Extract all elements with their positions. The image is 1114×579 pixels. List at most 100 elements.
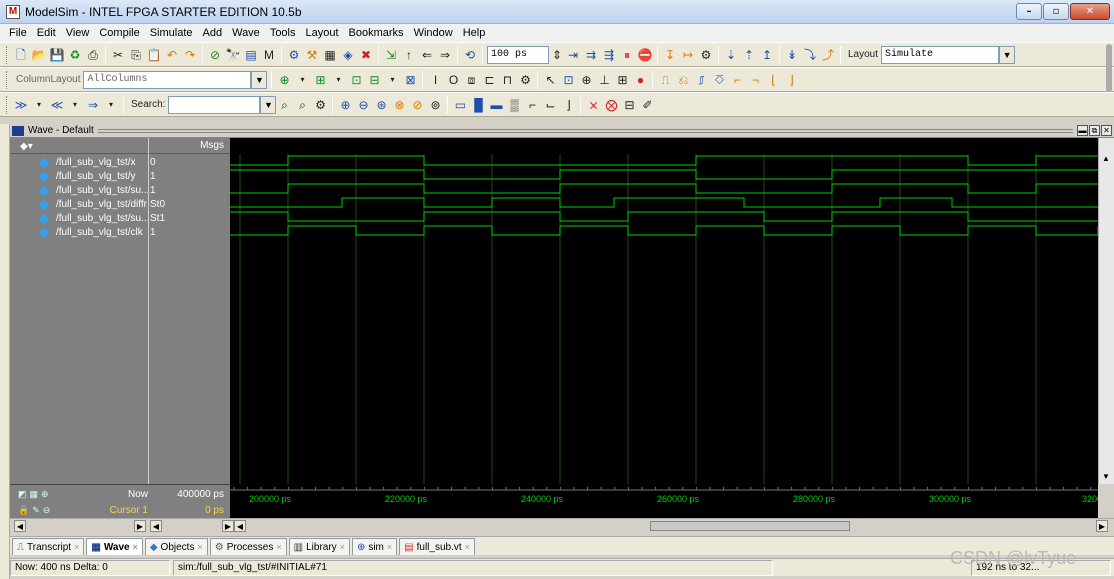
maximize-button[interactable]: ▫ [1043, 3, 1069, 20]
step-forward-dropdown-icon[interactable]: ▾ [31, 97, 47, 113]
wave-close-button[interactable]: ✕ [1101, 125, 1112, 136]
name-scroll-right-icon[interactable]: ▶ [134, 520, 146, 532]
break-sim-icon[interactable]: ◈ [340, 47, 356, 63]
compare-options-icon[interactable]: ⊟ [621, 97, 637, 113]
column-layout-dropdown-icon[interactable]: ▼ [251, 70, 268, 89]
signal-row[interactable]: /full_sub_vlg_tst/su... 1 [10, 184, 230, 198]
step-next-dropdown-icon[interactable]: ▾ [103, 97, 119, 113]
menu-window[interactable]: Window [409, 27, 458, 39]
format-logic-icon[interactable]: █ [470, 97, 486, 113]
dropdown-arrow-icon-2[interactable]: ▾ [330, 72, 346, 88]
format-edge-icon[interactable]: ⌙ [542, 97, 558, 113]
run-icon[interactable]: ⇥ [565, 47, 581, 63]
wave-cursor-icon[interactable]: O [445, 72, 461, 88]
format-analog-icon[interactable]: ▒ [506, 97, 522, 113]
run-length-spin-icon[interactable]: ⇕ [549, 47, 565, 63]
format-step-icon[interactable]: ⌐ [524, 97, 540, 113]
pointer-icon[interactable]: ↖ [542, 72, 558, 88]
dropdown-arrow-icon-3[interactable]: ▾ [384, 72, 400, 88]
toolbar-grip-2[interactable] [6, 70, 9, 89]
wave-vertical-scrollbar[interactable]: ▲ ▼ [1098, 138, 1114, 484]
close-tab-icon[interactable]: × [133, 542, 138, 552]
waveform-canvas[interactable] [230, 138, 1099, 484]
menu-file[interactable]: File [4, 27, 32, 39]
step-over-icon[interactable]: ↦ [680, 47, 696, 63]
wave-scroll-left-icon[interactable]: ◀ [234, 520, 246, 532]
print-icon[interactable]: ⎙ [85, 47, 101, 63]
save-icon[interactable]: 💾 [49, 47, 65, 63]
compare-icon[interactable]: ⨯ [585, 97, 601, 113]
continue-run-icon[interactable]: ⇉ [583, 47, 599, 63]
cursor-insert-icon[interactable]: ⊕ [41, 489, 49, 500]
run-length-input[interactable]: 100 ps [487, 45, 549, 64]
new-file-icon[interactable]: 🗋 [13, 47, 29, 63]
cursor-label[interactable]: Cursor 1 [70, 503, 148, 519]
step-back-icon[interactable]: ↥ [759, 47, 775, 63]
close-tab-icon[interactable]: × [276, 542, 281, 552]
sim-step-icon[interactable]: ↡ [784, 47, 800, 63]
zoom-last-icon[interactable]: ⊘ [409, 97, 425, 113]
back-arrow-icon[interactable]: ⇐ [419, 47, 435, 63]
settings-icon[interactable]: ⚙ [698, 47, 714, 63]
end-sim-icon[interactable]: ✖ [358, 47, 374, 63]
wave-all-icon[interactable]: ⊓ [499, 72, 515, 88]
zoom-range-icon[interactable]: ⊚ [427, 97, 443, 113]
sim-step-out-icon[interactable]: ⤴ [820, 47, 836, 63]
step-into-icon[interactable]: ⇲ [383, 47, 399, 63]
step-back-signal-icon[interactable]: ≪ [49, 97, 65, 113]
menu-simulate[interactable]: Simulate [145, 27, 198, 39]
run-all-icon[interactable]: ⇶ [601, 47, 617, 63]
cut-icon[interactable]: ✂ [110, 47, 126, 63]
wave-dock-button[interactable]: ▬ [1077, 125, 1088, 136]
signal-row[interactable]: /full_sub_vlg_tst/su... St1 [10, 212, 230, 226]
cursor-lock-icon[interactable]: 🔒 [18, 505, 29, 516]
zoom-select-icon[interactable]: ⊡ [560, 72, 576, 88]
step-in-icon[interactable]: ⇣ [723, 47, 739, 63]
reload-icon[interactable]: ♻ [67, 47, 83, 63]
menu-view[interactable]: View [61, 27, 95, 39]
search-next-icon[interactable]: ⌕ [294, 97, 310, 113]
falling-edge-icon[interactable]: ⎌ [675, 72, 691, 88]
menu-edit[interactable]: Edit [32, 27, 61, 39]
search-options-icon[interactable]: ⚙ [312, 97, 328, 113]
undo-icon[interactable]: ↶ [164, 47, 180, 63]
paste-icon[interactable]: 📋 [146, 47, 162, 63]
zoom-full-icon[interactable]: ⊛ [373, 97, 389, 113]
cursor-delete-icon[interactable]: ⊖ [43, 505, 51, 516]
restart-icon[interactable]: ⟲ [462, 47, 478, 63]
menu-bookmarks[interactable]: Bookmarks [344, 27, 409, 39]
format-event-icon[interactable]: ▬ [488, 97, 504, 113]
close-tab-icon[interactable]: × [340, 542, 345, 552]
format-literal-icon[interactable]: ▭ [452, 97, 468, 113]
compile-icon[interactable]: ⚙ [286, 47, 302, 63]
menu-help[interactable]: Help [458, 27, 491, 39]
toolbar-grip[interactable] [6, 45, 9, 64]
wave-io-icon[interactable]: ⧈ [463, 72, 479, 88]
close-tab-icon[interactable]: × [465, 542, 470, 552]
zoom-cursor-icon[interactable]: ⊗ [391, 97, 407, 113]
column-layout-select[interactable]: AllColumns [83, 70, 252, 89]
menu-wave[interactable]: Wave [227, 27, 265, 39]
wave-scroll-thumb[interactable] [650, 521, 850, 531]
wave-tools-icon[interactable]: ⚙ [517, 72, 533, 88]
step-forward-icon[interactable]: ≫ [13, 97, 29, 113]
tab-objects[interactable]: ◆ Objects × [144, 538, 208, 555]
search-dropdown-icon[interactable]: ▼ [260, 95, 277, 114]
search-input[interactable] [168, 95, 261, 114]
name-scroll-left-icon[interactable]: ◀ [14, 520, 26, 532]
close-button[interactable]: ✕ [1070, 3, 1110, 20]
step-icon[interactable]: ↧ [662, 47, 678, 63]
value-scroll-right-icon[interactable]: ▶ [222, 520, 234, 532]
compare-wizard-icon[interactable]: ✐ [639, 97, 655, 113]
layout-select[interactable]: Simulate [881, 45, 1000, 64]
wave-bars-icon[interactable]: ⊥ [596, 72, 612, 88]
menu-compile[interactable]: Compile [94, 27, 144, 39]
break-run-icon[interactable]: ⏸ [619, 47, 635, 63]
toolbar-grip-3[interactable] [6, 95, 9, 114]
step-back-dropdown-icon[interactable]: ▾ [67, 97, 83, 113]
edge-prev-icon[interactable]: ⎏ [711, 72, 727, 88]
edge-right-icon[interactable]: ⌋ [783, 72, 799, 88]
edit-wave-icon[interactable]: ⊠ [402, 72, 418, 88]
compile-all-icon[interactable]: ⚒ [304, 47, 320, 63]
edge-left-icon[interactable]: ⌊ [765, 72, 781, 88]
